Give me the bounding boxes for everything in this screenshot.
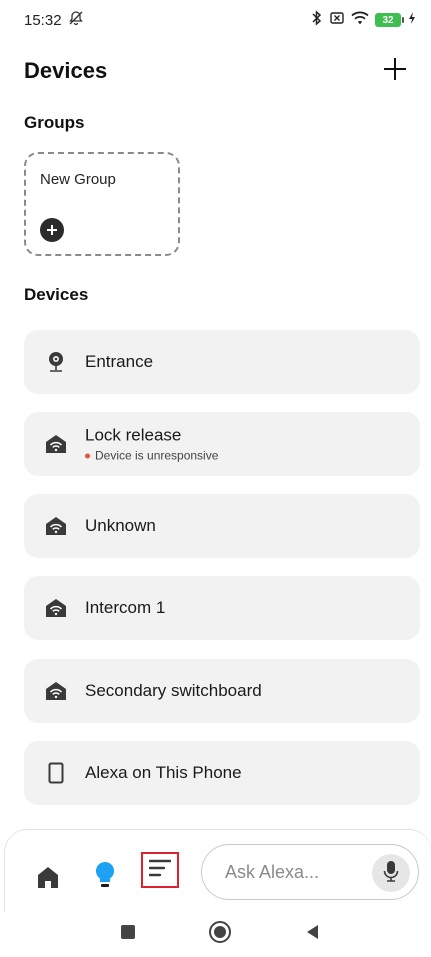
device-card-alexa-phone[interactable]: Alexa on This Phone <box>24 741 420 805</box>
system-home-button[interactable] <box>208 920 232 949</box>
nav-devices-button[interactable] <box>93 860 117 890</box>
wifi-icon <box>351 10 369 30</box>
phone-icon <box>44 761 68 785</box>
device-name: Secondary switchboard <box>85 681 262 700</box>
device-card-intercom-1[interactable]: Intercom 1 <box>24 576 420 640</box>
status-right: 32 <box>311 10 417 30</box>
new-group-card[interactable]: New Group <box>24 152 180 256</box>
battery-icon: 32 <box>375 13 404 27</box>
alarm-off-icon <box>68 10 84 30</box>
devices-section-title: Devices <box>24 285 89 304</box>
smart-home-icon <box>44 596 68 620</box>
smart-home-icon <box>44 432 68 456</box>
bluetooth-icon <box>311 10 323 30</box>
battery-level: 32 <box>382 14 394 26</box>
device-text: Entrance <box>85 352 153 372</box>
ask-alexa-input[interactable]: Ask Alexa... <box>201 844 419 900</box>
system-nav-bar <box>0 912 431 957</box>
device-text: Lock release Device is unresponsive <box>85 426 218 463</box>
device-name: Intercom 1 <box>85 598 166 617</box>
home-icon <box>35 867 61 894</box>
microphone-button[interactable] <box>372 854 410 892</box>
device-text: Secondary switchboard <box>85 681 262 701</box>
device-card-lock-release[interactable]: Lock release Device is unresponsive <box>24 412 420 476</box>
camera-icon <box>44 350 68 374</box>
device-card-entrance[interactable]: Entrance <box>24 330 420 394</box>
add-circle-icon <box>40 218 64 242</box>
no-sim-icon <box>329 10 345 30</box>
status-bar: 15:32 32 <box>0 0 431 40</box>
microphone-icon <box>383 860 399 887</box>
recents-button[interactable] <box>116 922 140 946</box>
smart-home-icon <box>44 514 68 538</box>
device-card-secondary-switchboard[interactable]: Secondary switchboard <box>24 659 420 723</box>
recents-icon <box>120 924 136 945</box>
page-title: Devices <box>24 58 108 83</box>
plus-icon <box>382 56 408 87</box>
device-status: Device is unresponsive <box>85 449 218 463</box>
lightbulb-icon <box>93 861 117 894</box>
device-name: Lock release <box>85 425 182 445</box>
device-card-unknown[interactable]: Unknown <box>24 494 420 558</box>
nav-more-button[interactable] <box>141 852 179 888</box>
smart-home-icon <box>44 679 68 703</box>
device-text: Alexa on This Phone <box>85 763 242 783</box>
bottom-nav-bar: Ask Alexa... <box>5 830 431 912</box>
device-text: Intercom 1 <box>85 598 165 618</box>
header: Devices <box>0 50 431 92</box>
home-circle-icon <box>208 920 232 949</box>
groups-section-title: Groups <box>24 113 85 132</box>
device-name: Alexa on This Phone <box>85 763 242 782</box>
error-dot <box>85 453 90 458</box>
device-status-text: Device is unresponsive <box>95 448 219 463</box>
add-device-button[interactable] <box>377 53 413 89</box>
device-name: Entrance <box>85 352 154 371</box>
status-time: 15:32 <box>24 11 62 29</box>
device-text: Unknown <box>85 516 156 536</box>
status-left: 15:32 <box>24 10 84 30</box>
device-name: Unknown <box>85 516 156 535</box>
back-icon <box>303 923 321 946</box>
back-button[interactable] <box>300 922 324 946</box>
new-group-label: New Group <box>40 171 116 188</box>
nav-home-button[interactable] <box>35 864 61 890</box>
charging-icon <box>407 11 417 29</box>
menu-icon <box>148 859 172 882</box>
ask-alexa-placeholder: Ask Alexa... <box>225 861 320 882</box>
